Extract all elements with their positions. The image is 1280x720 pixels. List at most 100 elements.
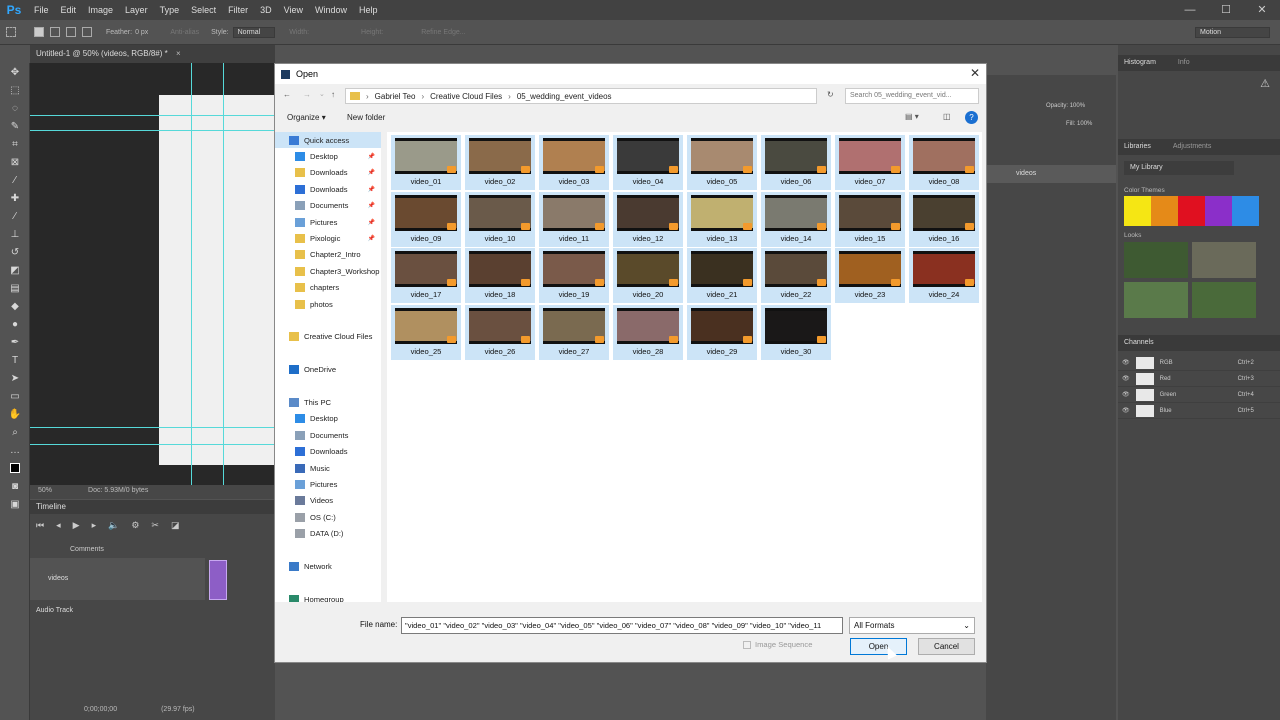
tab-adjustments[interactable]: Adjustments: [1173, 143, 1212, 151]
file-tile[interactable]: video_28: [613, 305, 683, 361]
canvas-area[interactable]: [30, 63, 275, 485]
tab-info[interactable]: Info: [1178, 59, 1190, 67]
look-thumbnail[interactable]: [1124, 242, 1188, 278]
nav-item[interactable]: Music: [275, 460, 381, 476]
first-frame-icon[interactable]: ⏮: [36, 520, 44, 531]
nav-item[interactable]: Pictures: [275, 476, 381, 492]
look-thumbnail[interactable]: [1192, 282, 1256, 318]
recent-dropdown-icon[interactable]: ⌄: [319, 90, 325, 98]
nav-item[interactable]: OneDrive: [275, 361, 381, 377]
tab-histogram[interactable]: Histogram: [1124, 59, 1156, 67]
audio-icon[interactable]: 🔈: [108, 520, 119, 531]
eye-icon[interactable]: 👁: [1122, 391, 1130, 398]
file-tile[interactable]: video_16: [909, 191, 979, 247]
subtract-selection-icon[interactable]: [66, 27, 76, 37]
quick-mask-icon[interactable]: ◙: [0, 477, 30, 495]
blur-tool-icon[interactable]: ◆: [0, 297, 30, 315]
look-thumbnail[interactable]: [1124, 282, 1188, 318]
file-tile[interactable]: video_24: [909, 248, 979, 304]
help-icon[interactable]: ?: [965, 111, 978, 124]
maximize-icon[interactable]: ☐: [1208, 0, 1244, 20]
image-sequence-checkbox[interactable]: Image Sequence: [743, 640, 812, 649]
minimize-icon[interactable]: —: [1172, 0, 1208, 20]
file-tile[interactable]: video_21: [687, 248, 757, 304]
type-tool-icon[interactable]: T: [0, 351, 30, 369]
close-icon[interactable]: ✕: [1244, 0, 1280, 20]
forward-icon[interactable]: →: [303, 90, 311, 99]
breadcrumb-item[interactable]: Creative Cloud Files: [430, 92, 502, 101]
menu-item[interactable]: Image: [82, 0, 119, 20]
nav-item[interactable]: Pixologic 📌: [275, 230, 381, 246]
dialog-close-icon[interactable]: ✕: [970, 66, 980, 80]
file-tile[interactable]: video_15: [835, 191, 905, 247]
frame-tool-icon[interactable]: ⊠: [0, 153, 30, 171]
refine-edge-button[interactable]: Refine Edge...: [421, 29, 465, 36]
file-tile[interactable]: video_02: [465, 135, 535, 190]
up-icon[interactable]: ↑: [331, 90, 335, 99]
breadcrumb-item[interactable]: 05_wedding_event_videos: [517, 92, 612, 101]
hand-tool-icon[interactable]: ✋: [0, 405, 30, 423]
look-thumbnail[interactable]: [1192, 242, 1256, 278]
nav-item[interactable]: Documents 📌: [275, 198, 381, 214]
video-track[interactable]: videos: [30, 558, 205, 600]
marquee-tool-icon[interactable]: [6, 27, 16, 37]
menu-item[interactable]: Help: [353, 0, 384, 20]
back-icon[interactable]: ←: [283, 90, 291, 99]
color-swatch[interactable]: [1232, 196, 1259, 226]
pen-tool-icon[interactable]: ✒: [0, 333, 30, 351]
nav-item[interactable]: Creative Cloud Files: [275, 329, 381, 345]
split-icon[interactable]: ✂: [151, 520, 159, 531]
gradient-tool-icon[interactable]: ▤: [0, 279, 30, 297]
nav-item[interactable]: OS (C:): [275, 509, 381, 525]
file-tile[interactable]: video_29: [687, 305, 757, 361]
tab-libraries[interactable]: Libraries: [1124, 143, 1151, 151]
channel-row[interactable]: 👁 Green Ctrl+4: [1118, 387, 1280, 403]
add-selection-icon[interactable]: [50, 27, 60, 37]
file-tile[interactable]: video_08: [909, 135, 979, 190]
nav-item[interactable]: This PC: [275, 394, 381, 410]
screen-mode-icon[interactable]: ▣: [0, 495, 30, 513]
nav-item[interactable]: Downloads 📌: [275, 165, 381, 181]
menu-item[interactable]: Edit: [55, 0, 83, 20]
eyedropper-tool-icon[interactable]: ⁄: [0, 171, 30, 189]
file-tile[interactable]: video_22: [761, 248, 831, 304]
preview-pane-icon[interactable]: ◫: [943, 112, 951, 121]
workspace-dropdown[interactable]: Motion: [1195, 26, 1270, 38]
crop-tool-icon[interactable]: ⌗: [0, 135, 30, 153]
lasso-tool-icon[interactable]: ◌: [0, 99, 30, 117]
menu-item[interactable]: View: [278, 0, 309, 20]
breadcrumb-item[interactable]: Gabriel Teo: [375, 92, 416, 101]
tab-channels[interactable]: Channels: [1124, 339, 1154, 347]
menu-item[interactable]: Type: [154, 0, 186, 20]
file-tile[interactable]: video_11: [539, 191, 609, 247]
nav-item[interactable]: Homegroup: [275, 591, 381, 602]
organize-button[interactable]: Organize ▾: [287, 113, 326, 122]
file-tile[interactable]: video_30: [761, 305, 831, 361]
dodge-tool-icon[interactable]: ●: [0, 315, 30, 333]
file-tile[interactable]: video_09: [391, 191, 461, 247]
eye-icon[interactable]: 👁: [1122, 375, 1130, 382]
quick-select-tool-icon[interactable]: ✎: [0, 117, 30, 135]
transition-icon[interactable]: ◪: [171, 520, 180, 531]
eraser-tool-icon[interactable]: ◩: [0, 261, 30, 279]
file-tile[interactable]: video_12: [613, 191, 683, 247]
feather-value[interactable]: 0 px: [135, 29, 148, 36]
document-tab[interactable]: Untitled-1 @ 50% (videos, RGB/8#) * ×: [30, 45, 275, 63]
nav-item[interactable]: DATA (D:): [275, 525, 381, 541]
open-button[interactable]: Open: [850, 638, 907, 655]
fill-value[interactable]: 100%: [1077, 121, 1092, 127]
file-tile[interactable]: video_01: [391, 135, 461, 190]
file-name-input[interactable]: "video_01" "video_02" "video_03" "video_…: [401, 617, 843, 634]
file-tile[interactable]: video_23: [835, 248, 905, 304]
history-brush-icon[interactable]: ↺: [0, 243, 30, 261]
eye-icon[interactable]: 👁: [1122, 407, 1130, 414]
file-tile[interactable]: video_19: [539, 248, 609, 304]
file-format-select[interactable]: All Formats ⌄: [849, 617, 975, 634]
library-dropdown[interactable]: My Library: [1124, 161, 1234, 175]
color-swatch[interactable]: [1151, 196, 1178, 226]
address-bar[interactable]: › Gabriel Teo › Creative Cloud Files › 0…: [345, 88, 817, 104]
search-input[interactable]: Search 05_wedding_event_vid...: [845, 88, 979, 104]
settings-icon[interactable]: ⚙: [131, 520, 139, 531]
zoom-tool-icon[interactable]: ⌕: [0, 423, 30, 441]
marquee-tool-icon[interactable]: ⬚: [0, 81, 30, 99]
